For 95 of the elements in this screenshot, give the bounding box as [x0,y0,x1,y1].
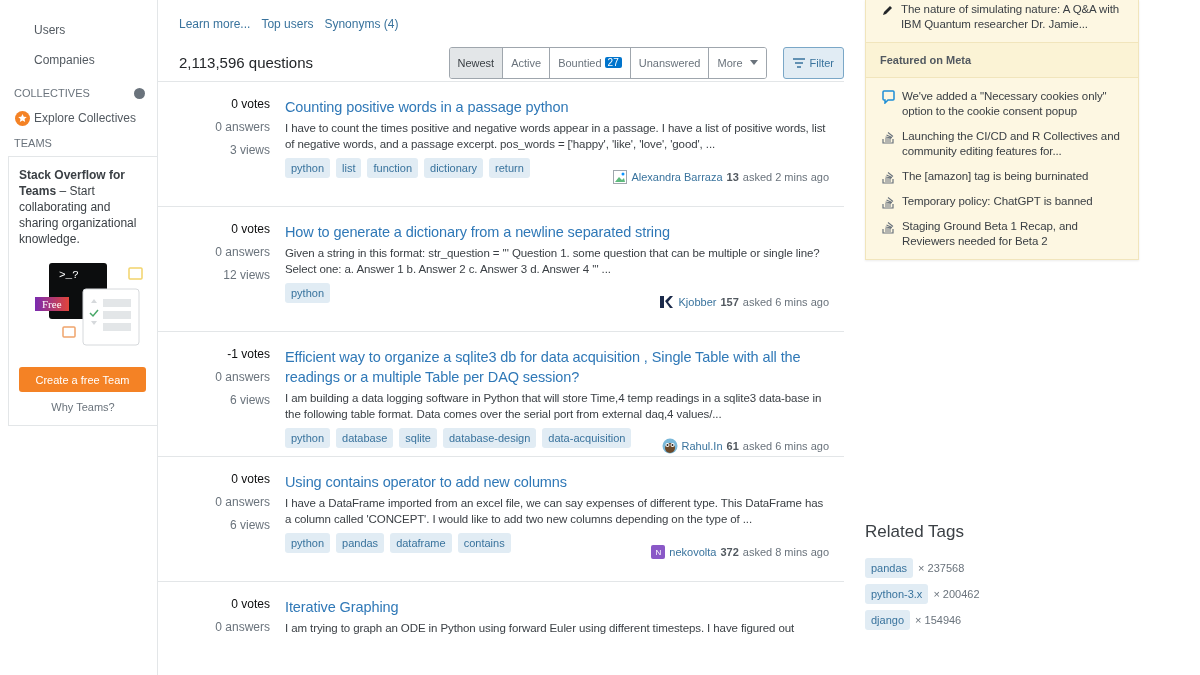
filter-button[interactable]: Filter [782,46,844,79]
question-tag[interactable]: pandas [336,533,385,553]
tag-info-link[interactable]: Synonyms (4) [324,17,399,44]
answer-count: 0 answers [215,495,270,511]
question-title-link[interactable]: Efficient way to organize a sqlite3 db for data acquisition , Single Table with all the readings or a multiple Table per DAQ session? [285,347,829,387]
owl-avatar-icon [661,438,678,454]
vote-count: 0 votes [231,222,270,238]
question-tag[interactable]: dataframe [390,533,452,553]
related-tag[interactable]: pandas [865,558,914,578]
why-teams-link[interactable]: Why Teams? [19,401,147,413]
question-excerpt: I am trying to graph an ODE in Python using forward Euler using different timesteps. I have figured out [285,621,796,636]
view-count: 3 views [230,143,270,159]
question-tag[interactable]: python [285,283,331,303]
question-tag[interactable]: database-design [443,428,537,448]
related-tag[interactable]: python-3.x [865,584,929,604]
widget-heading: Featured on Meta [866,42,1138,78]
question-tag[interactable]: data-acquisition [542,428,632,448]
user-name-link[interactable]: Alexandra Barraza [631,171,723,183]
question-tag[interactable]: contains [457,533,511,553]
user-name-link[interactable]: Rahul.In [681,440,723,452]
reputation: 61 [726,440,739,452]
asked-time: asked 2 mins ago [742,171,829,183]
view-count: 12 views [223,268,270,284]
stack-icon [882,220,895,234]
question-title-link[interactable]: Counting positive words in a passage python [285,97,829,117]
meta-link[interactable]: We've added a "Necessary cookies only" option to the cookie consent popup [902,89,1128,119]
chat-bubble-icon [882,90,895,104]
question-excerpt: Given a string in this format: str_question = ''' Question 1. some question that can be multiple or single line? Select one: a. Answer 1 b. Answer 2 c. Answer 3 d. Answer 4 ''' ... [285,246,821,277]
reputation: 372 [720,546,739,558]
filter-icon [792,57,805,68]
vote-count: 0 votes [231,597,270,613]
question-title-link[interactable]: Iterative Graphing [285,597,829,617]
nav-link[interactable]: Explore Collectives [34,111,137,125]
answer-count: 0 answers [215,120,270,136]
question-title-link[interactable]: Using contains operator to add new columns [285,472,829,492]
info-icon[interactable] [134,87,145,99]
question-tag[interactable]: list [336,158,362,178]
free-badge: Free [35,297,69,311]
meta-link[interactable]: Staging Ground Beta 1 Recap, and Reviewers needed for Beta 2 [902,219,1128,249]
create-team-button[interactable]: Create a free Team [19,367,146,392]
pencil-icon [882,4,894,16]
avatar-icon [658,295,675,309]
collectives-icon [15,110,30,126]
nav-item[interactable]: Companies [0,52,157,82]
question-excerpt: I have a DataFrame imported from an excel file, we can say expenses of different type. This DataFrame has a column called 'CONCEPT'. I would like to add two new columns depending on the type of ... [285,496,825,527]
question-count: 2,113,596 questions [179,54,314,71]
tag-count: × 154946 [915,614,962,626]
answer-count: 0 answers [215,245,270,261]
tag-info-link[interactable]: Top users [261,17,314,44]
stack-icon [882,195,895,209]
blog-link[interactable]: The nature of simulating nature: A Q&A with IBM Quantum researcher Dr. Jamie... [901,2,1128,32]
reputation: 13 [726,171,739,183]
tag-info-link[interactable]: Learn more... [179,17,251,44]
question-tag[interactable]: python [285,428,331,448]
view-count: 6 views [230,518,270,534]
stack-icon [882,130,895,144]
bounty-count-badge: 27 [604,57,622,68]
answer-count: 0 answers [215,370,270,386]
vote-count: 0 votes [231,97,270,113]
asked-time: asked 6 mins ago [742,440,829,452]
terminal-prompt: >_? [59,269,79,281]
question-tag[interactable]: function [367,158,418,178]
user-name-link[interactable]: nekovolta [669,546,717,558]
section-heading: TEAMS [14,137,52,149]
stack-icon [882,170,895,184]
meta-link[interactable]: Launching the CI/CD and R Collectives and community editing features for... [902,129,1128,159]
related-tags-heading: Related Tags [865,522,965,542]
question-title-link[interactable]: How to generate a dictionary from a newline separated string [285,222,829,242]
asked-time: asked 8 mins ago [742,546,829,558]
question-tag[interactable]: sqlite [399,428,437,448]
meta-link[interactable]: The [amazon] tag is being burninated [902,169,1089,184]
question-excerpt: I have to count the times positive and negative words appear in a passage. I have a list of positive words, list of negative words, and a passage excerpt. pos_words = ['happy', 'like', 'love', 'good', ... [285,121,827,152]
asked-time: asked 6 mins ago [742,296,829,308]
answer-count: 0 answers [215,620,270,636]
tag-count: × 237568 [918,562,965,574]
view-count: 6 views [230,393,270,409]
section-heading: COLLECTIVES [14,87,90,99]
question-tag[interactable]: return [489,158,530,178]
question-tag[interactable]: database [336,428,394,448]
vote-count: 0 votes [231,472,270,488]
reputation: 157 [720,296,739,308]
sort-tab[interactable]: Newest [449,47,504,78]
user-avatar: N [651,545,666,559]
vote-count: -1 votes [227,347,270,363]
teams-promo-text: Stack Overflow for Teams – Start collaborating and sharing organizational knowledge. [19,167,138,247]
question-tag[interactable]: python [285,533,331,553]
question-tag[interactable]: dictionary [424,158,484,178]
tag-count: × 200462 [933,588,980,600]
question-excerpt: I am building a data logging software in Python that will store Time,4 temp readings in a sqlite3 data-base in the following table format. Data comes over the serial port from external daq,4 values/... [285,391,823,422]
broken-image-icon [613,170,628,184]
meta-link[interactable]: Temporary policy: ChatGPT is banned [902,194,1093,209]
user-name-link[interactable]: Kjobber [678,296,717,308]
related-tag[interactable]: django [865,610,911,630]
nav-item[interactable]: Users [0,22,157,52]
question-tag[interactable]: python [285,158,331,178]
